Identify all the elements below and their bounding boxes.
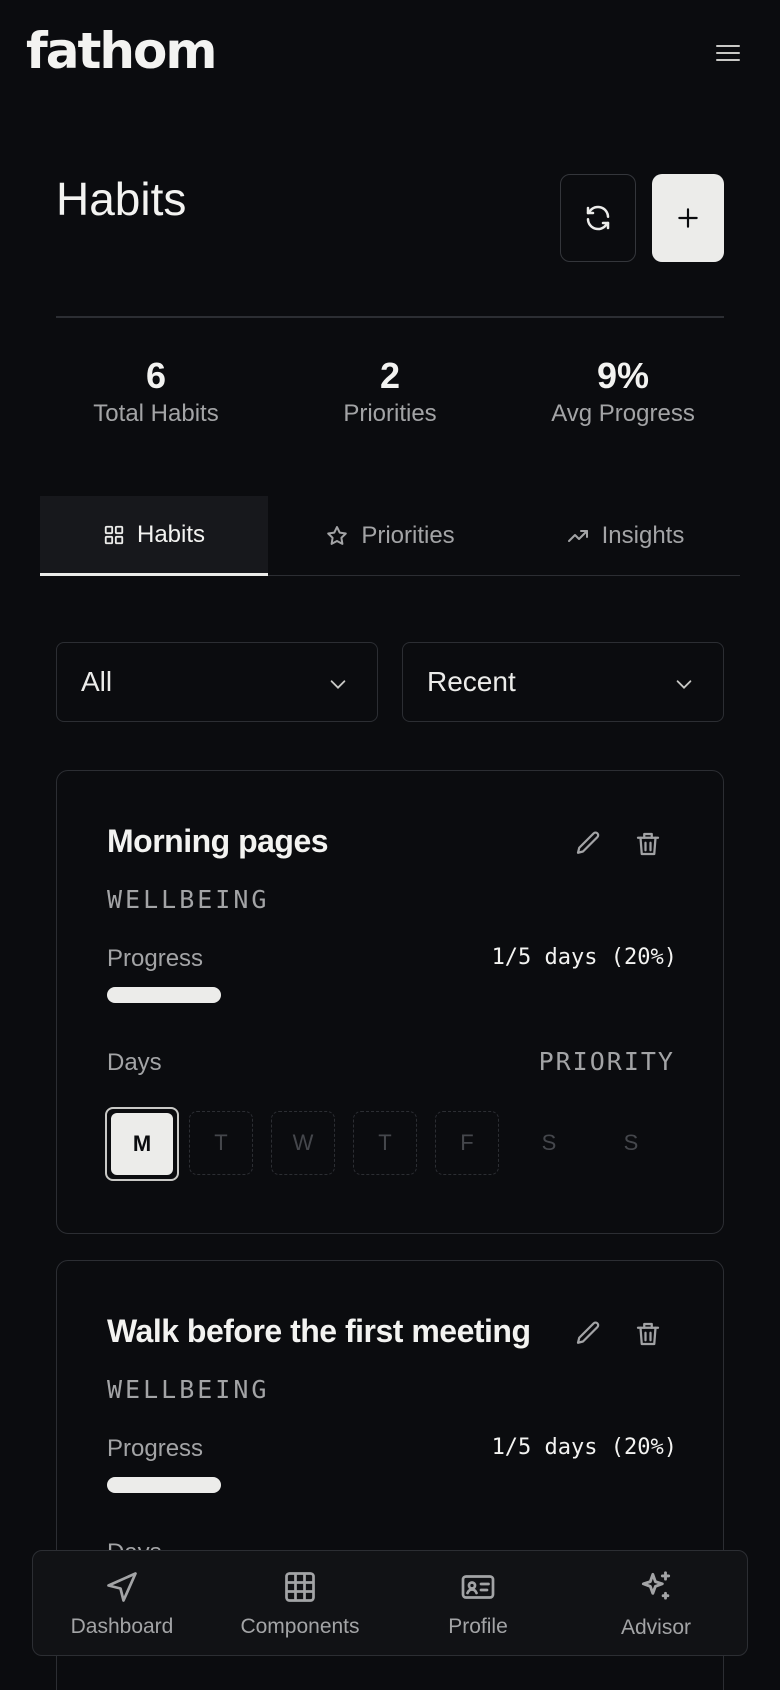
habit-name: Walk before the first meeting [107,1313,531,1349]
days-label: Days [107,1049,162,1076]
day-toggle-sat[interactable]: S [517,1111,581,1175]
sort-select-value: Recent [427,666,516,697]
stat-avg-progress: 9% Avg Progress [513,356,733,428]
edit-button[interactable] [573,1319,605,1351]
pencil-icon [576,831,600,854]
sort-select[interactable]: Recent [402,642,724,722]
nav-label: Advisor [620,1616,692,1639]
tab-priorities[interactable]: Priorities [290,496,490,576]
hamburger-menu-icon[interactable] [712,40,744,68]
habit-card: Morning pages WELLBEING Progress 1/5 day… [56,770,724,1234]
day-toggle-tue[interactable]: T [189,1111,253,1175]
progress-label: Progress [107,1435,204,1462]
day-toggle-mon[interactable]: M [105,1107,179,1181]
navigation-icon [107,1572,137,1602]
trash-icon [636,1322,660,1346]
stat-value: 2 [379,355,401,396]
grid-table-icon [285,1572,315,1602]
pencil-icon [576,1321,600,1344]
nav-label: Components [240,1615,360,1638]
progress-bar [107,987,677,1003]
add-habit-button[interactable] [652,174,724,262]
day-toggle-fri[interactable]: F [435,1111,499,1175]
chevron-down-icon [676,680,692,689]
bottom-navigation: Dashboard Components Profile Advisor [32,1550,748,1656]
grid-icon [104,525,124,544]
tab-habits[interactable]: Habits [40,496,268,576]
stat-value: 6 [145,355,167,396]
progress-value: 1/5 days (20%) [491,945,677,970]
trash-icon [636,832,660,856]
day-label: M [111,1113,173,1175]
progress-bar [107,1477,677,1493]
habit-category: WELLBEING [107,1375,270,1404]
stat-label: Avg Progress [551,400,695,427]
tab-label: Habits [136,520,206,548]
star-icon [327,526,348,545]
sparkles-icon [641,1571,671,1600]
tab-label: Priorities [361,522,455,549]
id-card-icon [461,1575,495,1599]
delete-button[interactable] [633,829,665,861]
priority-badge: PRIORITY [538,1047,675,1076]
plus-icon [678,208,698,228]
progress-fill [107,987,221,1003]
day-toggle-thu[interactable]: T [353,1111,417,1175]
habit-category: WELLBEING [107,885,270,914]
trending-up-icon [567,530,588,542]
stat-priorities: 2 Priorities [280,356,500,428]
stat-value: 9% [596,355,650,396]
nav-dashboard[interactable]: Dashboard [33,1551,211,1657]
chevron-down-icon [330,680,346,689]
header-divider [56,316,724,318]
tab-insights[interactable]: Insights [510,496,740,576]
habit-name: Morning pages [107,823,329,859]
stat-total-habits: 6 Total Habits [46,356,266,428]
day-toggle-sun[interactable]: S [599,1111,663,1175]
nav-advisor[interactable]: Advisor [567,1551,745,1657]
edit-button[interactable] [573,829,605,861]
nav-profile[interactable]: Profile [389,1551,567,1657]
top-bar: fathom [0,0,780,100]
category-select-value: All [81,666,113,697]
nav-label: Profile [448,1615,508,1638]
app-logo[interactable]: fathom [26,22,217,80]
progress-value: 1/5 days (20%) [491,1435,677,1460]
nav-label: Dashboard [70,1615,174,1638]
progress-label: Progress [107,945,204,972]
refresh-icon [586,205,610,231]
day-selector: M T W T F S S [105,1107,687,1181]
stat-label: Total Habits [93,400,219,427]
progress-fill [107,1477,221,1493]
delete-button[interactable] [633,1319,665,1351]
tab-bar: Habits Priorities Insights [40,496,740,576]
refresh-button[interactable] [560,174,636,262]
category-select[interactable]: All [56,642,378,722]
nav-components[interactable]: Components [211,1551,389,1657]
page-title: Habits [56,173,187,225]
stat-label: Priorities [343,400,437,427]
tab-label: Insights [601,522,685,549]
habits-page: fathom Habits 6 Total Habits 2 Prioritie… [0,0,780,1690]
day-toggle-wed[interactable]: W [271,1111,335,1175]
